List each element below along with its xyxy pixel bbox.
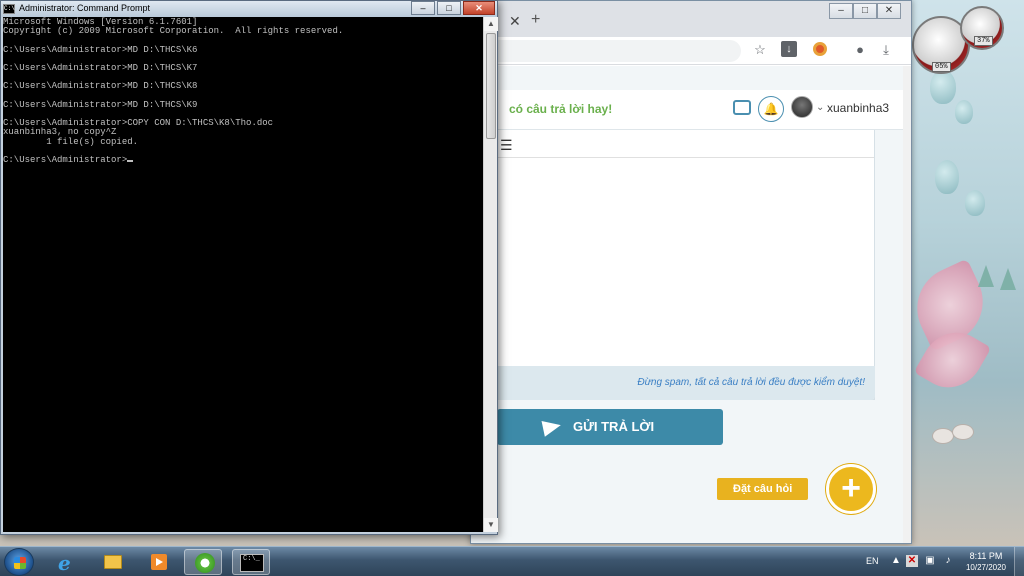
- show-desktop-button[interactable]: [1014, 547, 1024, 576]
- coccoc-browser-icon: [195, 553, 215, 573]
- cmd-taskbar-icon: C:\_: [240, 554, 264, 572]
- cmd-line: C:\Users\Administrator>MD D:\THCS\K6: [3, 44, 198, 55]
- taskbar-coccoc[interactable]: [184, 549, 222, 575]
- volume-icon[interactable]: ♪: [942, 555, 954, 567]
- browser-tabstrip: ✕ + – □ ✕: [471, 1, 911, 37]
- wallpaper-lantern: [930, 70, 956, 104]
- cmd-scrollbar[interactable]: ▲ ▼: [483, 17, 498, 532]
- taskbar-ie[interactable]: e: [48, 549, 86, 575]
- editor-toolbar: ☰: [472, 130, 874, 158]
- cmd-line: C:\Users\Administrator>: [3, 155, 483, 165]
- language-indicator[interactable]: EN: [866, 556, 879, 566]
- memory-readout: 37%: [974, 36, 993, 46]
- windows-logo-icon: [14, 557, 26, 569]
- media-player-icon: [151, 554, 167, 570]
- command-prompt-window: C:\ Administrator: Command Prompt – □ ✕ …: [0, 0, 498, 535]
- new-tab-button[interactable]: +: [531, 11, 540, 29]
- coccoc-extension-icon[interactable]: [813, 42, 827, 56]
- tray-overflow-arrow-icon[interactable]: ▲: [890, 555, 902, 567]
- submit-answer-label: GỬI TRẢ LỜI: [573, 419, 655, 434]
- taskbar-cmd[interactable]: C:\_: [232, 549, 270, 575]
- answer-editor: ☰: [471, 130, 875, 400]
- username-link[interactable]: xuanbinha3: [827, 101, 889, 115]
- bookmark-star-icon[interactable]: ☆: [751, 42, 769, 58]
- wallpaper-tree: [978, 265, 994, 287]
- downloads-icon[interactable]: ⤓: [877, 42, 895, 58]
- browser-minimize-button[interactable]: –: [829, 3, 853, 19]
- cmd-line: Copyright (c) 2009 Microsoft Corporation…: [3, 26, 344, 37]
- user-avatar[interactable]: [791, 96, 813, 118]
- cmd-line: C:\Users\Administrator>MD D:\THCS\K7: [3, 63, 198, 74]
- action-center-flag-icon[interactable]: ✕: [906, 555, 918, 567]
- cmd-scroll-thumb[interactable]: [486, 33, 496, 139]
- site-tagline: có câu trả lời hay!: [509, 102, 613, 116]
- scroll-up-arrow-icon[interactable]: ▲: [484, 17, 498, 31]
- editor-footer: Đừng spam, tất cả câu trả lời đều được k…: [471, 366, 875, 400]
- send-icon: [541, 417, 563, 437]
- browser-toolbar: ☆ ↓ ● ⤓: [471, 37, 911, 65]
- taskbar: e C:\_ EN ▲ ✕ ▣ ♪ 8:11 PM 10/27/2020: [0, 546, 1024, 576]
- list-icon[interactable]: ☰: [500, 137, 513, 154]
- browser-close-button[interactable]: ✕: [877, 3, 901, 19]
- wallpaper-mouse: [932, 428, 954, 444]
- cmd-cursor: [127, 160, 134, 163]
- notification-bell-icon[interactable]: 🔔: [758, 96, 784, 122]
- browser-maximize-button[interactable]: □: [853, 3, 877, 19]
- profile-icon[interactable]: ●: [851, 42, 869, 57]
- cmd-window-icon[interactable]: C:\: [3, 4, 15, 14]
- internet-explorer-icon: e: [58, 551, 71, 575]
- cmd-maximize-button[interactable]: □: [437, 1, 461, 15]
- wallpaper-tree: [1000, 268, 1016, 290]
- ask-question-label[interactable]: Đặt câu hỏi: [717, 478, 809, 500]
- wallpaper-lantern: [955, 100, 973, 124]
- taskbar-explorer[interactable]: [94, 549, 132, 575]
- download-extension-icon[interactable]: ↓: [781, 41, 797, 57]
- taskbar-media-player[interactable]: [140, 549, 178, 575]
- wallpaper-mouse: [952, 424, 974, 440]
- tab-close-icon[interactable]: ✕: [509, 13, 521, 30]
- wallpaper-lantern: [935, 160, 959, 194]
- cmd-console[interactable]: Microsoft Windows [Version 6.1.7601] Copy…: [3, 17, 483, 532]
- cpu-readout: 05%: [932, 62, 951, 72]
- network-icon[interactable]: ▣: [924, 555, 936, 567]
- chat-icon[interactable]: [733, 100, 751, 115]
- cmd-minimize-button[interactable]: –: [411, 1, 435, 15]
- start-button[interactable]: [4, 548, 34, 576]
- site-header: có câu trả lời hay! 🔔 ⌄ xuanbinha3: [471, 90, 911, 130]
- browser-window: ✕ + – □ ✕ ☆ ↓ ● ⤓ có câu trả lời hay! 🔔 …: [470, 0, 912, 544]
- cmd-line: C:\Users\Administrator>MD D:\THCS\K8: [3, 81, 198, 92]
- clock-time[interactable]: 8:11 PM: [962, 551, 1010, 561]
- folder-icon: [104, 555, 122, 569]
- cmd-close-button[interactable]: ✕: [463, 1, 495, 15]
- cmd-line: C:\Users\Administrator>MD D:\THCS\K9: [3, 99, 198, 110]
- ask-question-button[interactable]: +: [826, 464, 876, 514]
- page-content: có câu trả lời hay! 🔔 ⌄ xuanbinha3 ☰ Đừn…: [471, 66, 911, 543]
- clock-date[interactable]: 10/27/2020: [962, 563, 1010, 572]
- cmd-output: Microsoft Windows [Version 6.1.7601] Copy…: [3, 17, 483, 165]
- cmd-titlebar[interactable]: C:\ Administrator: Command Prompt – □ ✕: [1, 1, 497, 17]
- chevron-down-icon[interactable]: ⌄: [816, 102, 824, 113]
- address-field[interactable]: [471, 40, 741, 62]
- wallpaper-lantern: [965, 190, 985, 216]
- submit-answer-button[interactable]: GỬI TRẢ LỜI: [497, 409, 723, 445]
- answer-textarea[interactable]: [472, 158, 874, 358]
- browser-scrollbar[interactable]: [903, 66, 911, 543]
- cmd-window-title: Administrator: Command Prompt: [19, 3, 151, 13]
- moderation-notice: Đừng spam, tất cả câu trả lời đều được k…: [637, 377, 865, 388]
- cmd-line: 1 file(s) copied.: [3, 136, 139, 147]
- scroll-down-arrow-icon[interactable]: ▼: [484, 518, 498, 532]
